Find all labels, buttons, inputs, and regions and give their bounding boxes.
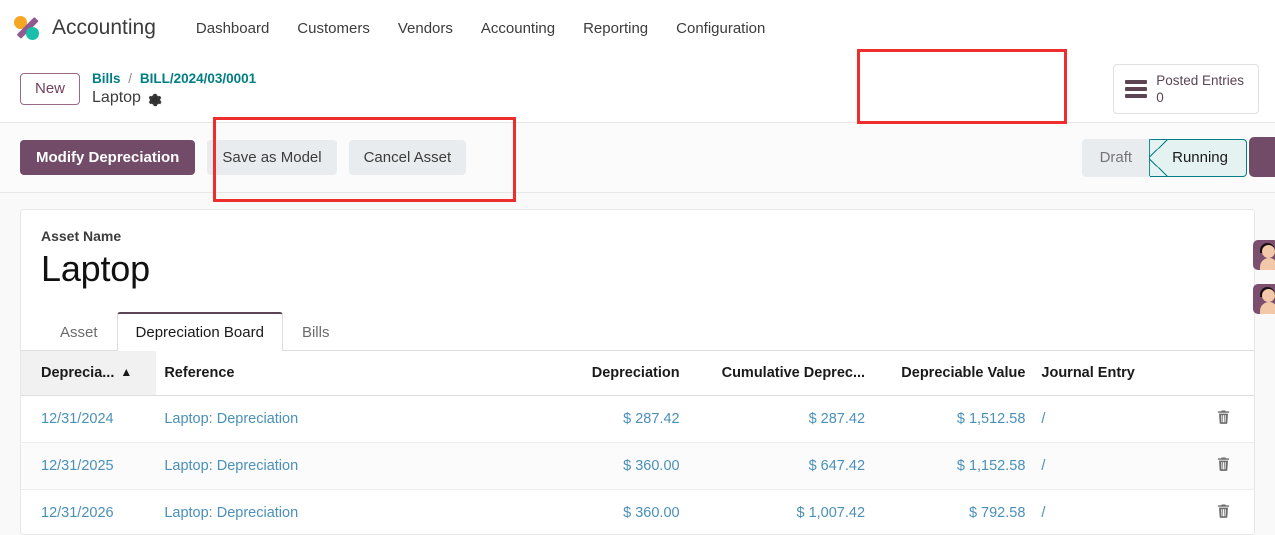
breadcrumb-separator: / [128, 71, 132, 86]
row-delete-button[interactable] [1194, 443, 1254, 490]
cell-depreciable-value[interactable]: $ 792.58 [873, 490, 1033, 535]
column-header-reference[interactable]: Reference [156, 351, 547, 396]
tab-depreciation-board[interactable]: Depreciation Board [117, 312, 283, 351]
trash-icon[interactable] [1216, 503, 1231, 519]
cell-cumulative[interactable]: $ 287.42 [688, 396, 873, 443]
menu-item-customers[interactable]: Customers [283, 14, 384, 43]
avatar[interactable] [1253, 240, 1275, 270]
asset-name-value[interactable]: Laptop [41, 248, 1234, 289]
new-button[interactable]: New [20, 73, 80, 106]
row-delete-button[interactable] [1194, 490, 1254, 535]
odoo-percent-logo-icon[interactable] [12, 13, 42, 43]
table-header-row: Deprecia... ▲ Reference Depreciation Cumu… [21, 351, 1254, 396]
table-row[interactable]: 12/31/2024 Laptop: Depreciation $ 287.42… [21, 396, 1254, 443]
cell-depreciation[interactable]: $ 360.00 [547, 443, 687, 490]
menu-item-configuration[interactable]: Configuration [662, 14, 779, 43]
menu-item-vendors[interactable]: Vendors [384, 14, 467, 43]
table-row[interactable]: 12/31/2025 Laptop: Depreciation $ 360.00… [21, 443, 1254, 490]
cell-cumulative[interactable]: $ 1,007.42 [688, 490, 873, 535]
cell-reference[interactable]: Laptop: Depreciation [156, 490, 547, 535]
menu-item-accounting[interactable]: Accounting [467, 14, 569, 43]
column-header-cumulative-depreciation[interactable]: Cumulative Deprec... [688, 351, 873, 396]
cell-date[interactable]: 12/31/2025 [21, 443, 156, 490]
breadcrumb-current-record: Laptop [92, 87, 141, 108]
column-label-depreciation-date: Deprecia... [41, 365, 114, 381]
edge-action-button[interactable] [1249, 137, 1275, 177]
column-header-journal-entry[interactable]: Journal Entry [1033, 351, 1193, 396]
cell-depreciation[interactable]: $ 360.00 [547, 490, 687, 535]
list-lines-icon [1125, 80, 1147, 98]
posted-entries-count: 0 [1156, 90, 1164, 105]
cell-date[interactable]: 12/31/2024 [21, 396, 156, 443]
menu-item-dashboard[interactable]: Dashboard [182, 14, 283, 43]
cell-depreciable-value[interactable]: $ 1,512.58 [873, 396, 1033, 443]
cell-journal-entry[interactable]: / [1033, 443, 1193, 490]
caret-up-icon: ▲ [120, 365, 132, 379]
notebook-tabs: Asset Depreciation Board Bills [21, 311, 1254, 351]
cell-cumulative[interactable]: $ 647.42 [688, 443, 873, 490]
status-pipeline: Draft Running [1082, 139, 1247, 177]
chatter-followers [1253, 240, 1275, 328]
status-step-draft[interactable]: Draft [1082, 139, 1151, 177]
menu-item-reporting[interactable]: Reporting [569, 14, 662, 43]
column-header-depreciable-value[interactable]: Depreciable Value [873, 351, 1033, 396]
depreciation-board-table: Deprecia... ▲ Reference Depreciation Cumu… [21, 351, 1254, 535]
table-body: 12/31/2024 Laptop: Depreciation $ 287.42… [21, 396, 1254, 535]
gear-icon[interactable] [148, 92, 162, 106]
cell-journal-entry[interactable]: / [1033, 490, 1193, 535]
trash-icon[interactable] [1216, 456, 1231, 472]
form-sheet: Asset Name Laptop Asset Depreciation Boa… [20, 209, 1255, 535]
tab-asset[interactable]: Asset [41, 313, 117, 351]
cell-journal-entry[interactable]: / [1033, 396, 1193, 443]
avatar[interactable] [1253, 284, 1275, 314]
status-step-running[interactable]: Running [1150, 139, 1247, 177]
modify-depreciation-button[interactable]: Modify Depreciation [20, 140, 195, 175]
cell-reference[interactable]: Laptop: Depreciation [156, 396, 547, 443]
trash-icon[interactable] [1216, 409, 1231, 425]
posted-entries-label: Posted Entries [1156, 73, 1244, 88]
column-header-depreciation-date[interactable]: Deprecia... ▲ [21, 351, 156, 396]
app-name: Accounting [52, 16, 156, 40]
posted-entries-stat-button[interactable]: Posted Entries 0 [1113, 64, 1259, 114]
table-row[interactable]: 12/31/2026 Laptop: Depreciation $ 360.00… [21, 490, 1254, 535]
column-header-depreciation[interactable]: Depreciation [547, 351, 687, 396]
breadcrumb-record-bill[interactable]: BILL/2024/03/0001 [140, 71, 256, 86]
column-header-actions [1194, 351, 1254, 396]
cancel-asset-button[interactable]: Cancel Asset [349, 140, 467, 175]
sheet-area: Asset Name Laptop Asset Depreciation Boa… [0, 193, 1275, 535]
breadcrumb-parent-bills[interactable]: Bills [92, 71, 121, 86]
save-as-model-button[interactable]: Save as Model [207, 140, 336, 175]
cell-depreciation[interactable]: $ 287.42 [547, 396, 687, 443]
control-panel: New Bills / BILL/2024/03/0001 Laptop Pos… [0, 56, 1275, 123]
asset-name-label: Asset Name [41, 228, 1234, 244]
breadcrumb: Bills / BILL/2024/03/0001 Laptop [92, 70, 256, 109]
cell-date[interactable]: 12/31/2026 [21, 490, 156, 535]
cell-depreciable-value[interactable]: $ 1,152.58 [873, 443, 1033, 490]
tab-bills[interactable]: Bills [283, 313, 349, 351]
control-panel-right: Posted Entries 0 [1113, 64, 1259, 114]
top-navbar: Accounting Dashboard Customers Vendors A… [0, 0, 1275, 56]
action-button-bar: Modify Depreciation Save as Model Cancel… [0, 123, 1275, 193]
row-delete-button[interactable] [1194, 396, 1254, 443]
main-menu: Dashboard Customers Vendors Accounting R… [182, 14, 779, 43]
cell-reference[interactable]: Laptop: Depreciation [156, 443, 547, 490]
